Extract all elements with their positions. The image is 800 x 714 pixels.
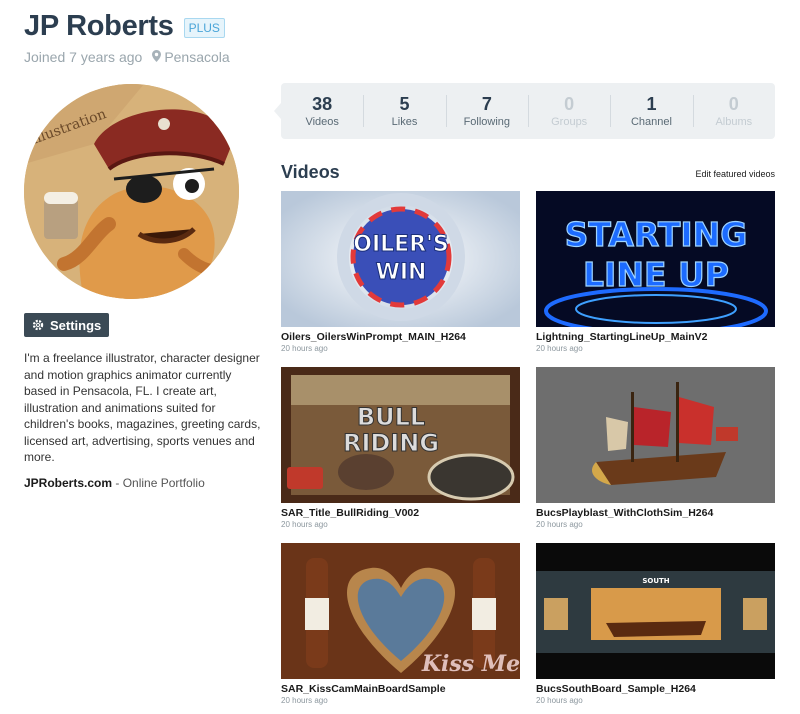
video-thumbnail[interactable]: Kiss Me [281,543,520,679]
stat-value: 0 [564,94,575,114]
stat-value: 38 [312,94,333,114]
profile-name[interactable]: JP Roberts [24,10,174,43]
video-title[interactable]: BucsSouthBoard_Sample_H264 [536,683,775,695]
video-time: 20 hours ago [281,696,328,705]
thumb-text: Kiss Me [421,651,520,677]
video-title[interactable]: Oilers_OilersWinPrompt_MAIN_H264 [281,331,520,343]
thumb-text: RIDING [343,429,439,457]
stats-bar: 38 Videos 5 Likes 7 Following 0 Groups 1 Chan… [274,83,775,139]
location-pin-icon [152,49,162,65]
stat-value: 0 [728,94,739,114]
thumb-text: WIN [376,260,427,285]
edit-featured-videos-link[interactable]: Edit featured videos [695,169,775,179]
stat-label: Likes [391,116,418,128]
portfolio-line: JPRoberts.com - Online Portfolio [24,476,205,490]
stat-label: Albums [715,116,753,128]
stat-following[interactable]: 7 Following [445,83,528,139]
video-thumbnail[interactable] [536,367,775,503]
stat-groups: 0 Groups [527,83,610,139]
video-time: 20 hours ago [281,520,328,529]
stat-value: 7 [481,94,492,114]
video-time: 20 hours ago [536,696,583,705]
stat-label: Following [463,116,511,128]
video-time: 20 hours ago [536,520,583,529]
video-card[interactable]: SOUTH BucsSouthBoard_Sample_H264 20 hour… [536,543,775,705]
video-time: 20 hours ago [536,344,583,353]
video-title[interactable]: BucsPlayblast_WithClothSim_H264 [536,507,775,519]
video-card[interactable]: BULL RIDING SAR_Title_BullRiding_V002 20… [281,367,520,529]
settings-button[interactable]: Settings [24,313,110,337]
stat-label: Videos [305,116,339,128]
portfolio-suffix: - Online Portfolio [112,476,205,490]
profile-meta: Joined 7 years ago Pensacola [24,49,230,65]
stat-label: Groups [551,116,588,128]
thumb-text: LINE UP [583,255,729,294]
thumb-text: SOUTH [642,577,669,585]
video-card[interactable]: Kiss Me SAR_KissCamMainBoardSample 20 ho… [281,543,520,705]
location-text[interactable]: Pensacola [164,49,229,65]
gear-icon [32,319,44,331]
profile-bio: I'm a freelance illustrator, character d… [24,351,261,464]
video-card[interactable]: OILER'S WIN Oilers_OilersWinPrompt_MAIN_… [281,191,520,353]
stat-value: 5 [399,94,410,114]
avatar[interactable]: illustration [24,84,239,299]
stat-likes[interactable]: 5 Likes [363,83,445,139]
video-thumbnail[interactable]: SOUTH [536,543,775,679]
video-thumbnail[interactable]: BULL RIDING [281,367,520,503]
settings-label: Settings [50,317,102,333]
thumb-text: BULL [357,403,425,431]
portfolio-link[interactable]: JPRoberts.com [24,476,112,490]
thumb-text: STARTING [565,215,748,254]
stat-label: Channel [630,116,672,128]
thumb-text: OILER'S [353,232,448,257]
video-thumbnail[interactable]: OILER'S WIN [281,191,520,327]
profile-header: JP Roberts PLUS Joined 7 years ago Pensa… [24,10,230,65]
plus-badge[interactable]: PLUS [183,17,225,38]
video-thumbnail[interactable]: STARTING LINE UP [536,191,775,327]
stat-channel[interactable]: 1 Channel [610,83,692,139]
videos-heading: Videos [281,162,340,182]
stat-videos[interactable]: 38 Videos [281,83,363,139]
joined-text: Joined 7 years ago [24,49,143,65]
video-time: 20 hours ago [281,344,328,353]
video-card[interactable]: STARTING LINE UP Lightning_StartingLineU… [536,191,775,353]
stat-value: 1 [646,94,657,114]
video-title[interactable]: SAR_KissCamMainBoardSample [281,683,520,695]
stat-albums: 0 Albums [692,83,775,139]
video-title[interactable]: SAR_Title_BullRiding_V002 [281,507,520,519]
video-card[interactable]: BucsPlayblast_WithClothSim_H264 20 hours… [536,367,775,529]
video-title[interactable]: Lightning_StartingLineUp_MainV2 [536,331,775,343]
